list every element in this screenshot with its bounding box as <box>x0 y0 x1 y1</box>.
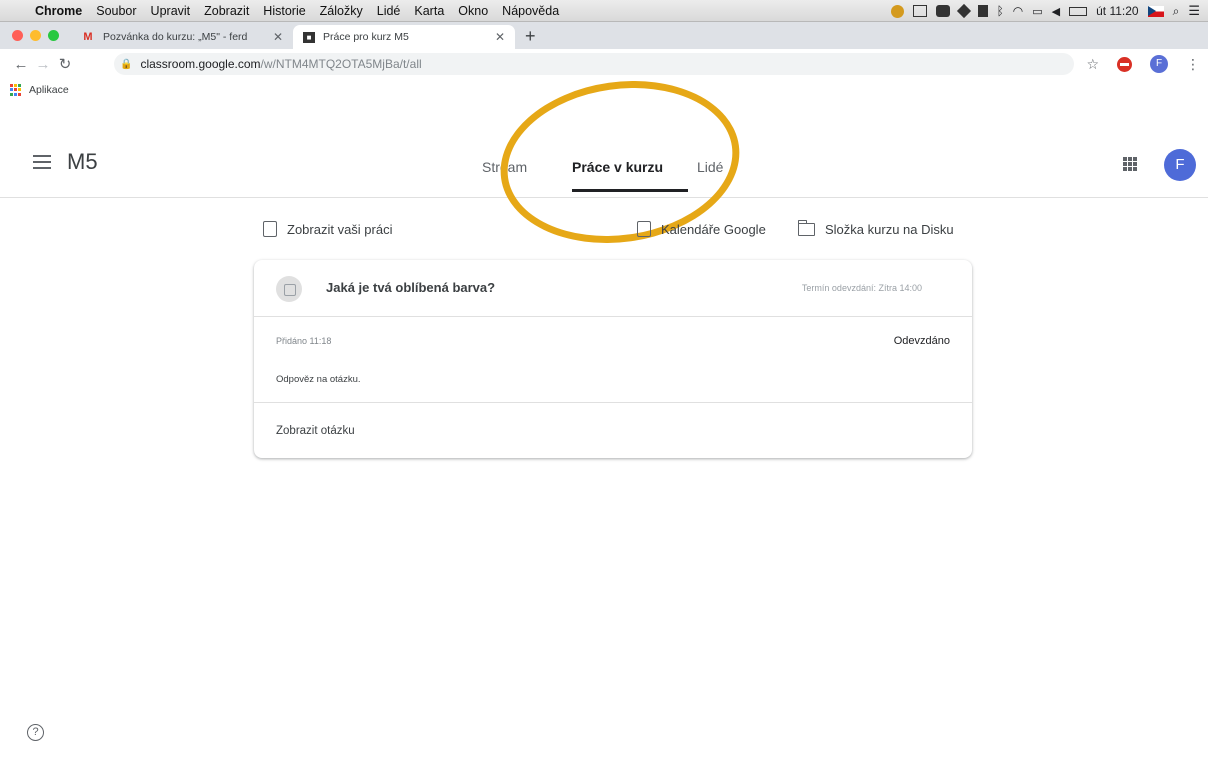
folder-icon <box>797 219 815 236</box>
calendar-tray-icon[interactable] <box>912 5 927 17</box>
url-domain: classroom.google.com <box>140 57 261 71</box>
menu-soubor[interactable]: Soubor <box>89 4 143 18</box>
close-tab-icon[interactable]: ✕ <box>495 30 505 44</box>
url-path: /w/NTM4MTQ2OTA5MjBa/t/all <box>260 57 422 71</box>
menu-chrome[interactable]: Chrome <box>28 4 89 18</box>
adblock-extension-icon[interactable] <box>1117 56 1132 72</box>
view-your-work-button[interactable]: Zobrazit vaši práci <box>263 218 392 240</box>
course-title[interactable]: M5 <box>67 149 98 175</box>
minimize-window-button[interactable] <box>30 30 41 41</box>
airplay-icon[interactable]: ▭ <box>1032 5 1042 18</box>
menu-napoveda[interactable]: Nápověda <box>495 4 566 18</box>
zoom-window-button[interactable] <box>48 30 59 41</box>
browser-toolbar: ← → ↻ 🔒 classroom.google.com/w/NTM4MTQ2O… <box>0 49 1208 79</box>
menu-lide[interactable]: Lidé <box>370 4 408 18</box>
clock[interactable]: út 11:20 <box>1096 4 1138 18</box>
people-tray-icon[interactable] <box>935 5 950 17</box>
input-source-flag-icon[interactable] <box>1147 5 1164 17</box>
assignment-instructions: Odpověz na otázku. <box>276 374 361 385</box>
close-window-button[interactable] <box>12 30 23 41</box>
menubar-tray: ᛒ ◠ ▭ ◀ út 11:20 ⌕ ☰ <box>890 0 1200 22</box>
wifi-icon[interactable]: ◠ <box>1013 4 1023 18</box>
new-tab-button[interactable]: + <box>515 25 546 49</box>
browser-tab-title: Práce pro kurz M5 <box>323 31 409 43</box>
notification-center-icon[interactable]: ☰ <box>1188 3 1200 19</box>
bluetooth-icon[interactable]: ᛒ <box>997 4 1004 18</box>
volume-icon[interactable]: ◀ <box>1052 5 1060 18</box>
back-icon[interactable]: ← <box>10 56 32 73</box>
menu-historie[interactable]: Historie <box>256 4 312 18</box>
drive-folder-button[interactable]: Složka kurzu na Disku <box>797 218 954 240</box>
assignment-title[interactable]: Jaká je tvá oblíbená barva? <box>326 280 495 295</box>
view-your-work-label: Zobrazit vaši práci <box>287 221 393 237</box>
bookmark-star-icon[interactable]: ☆ <box>1086 56 1099 73</box>
lock-icon[interactable]: 🔒 <box>120 59 132 70</box>
window-controls <box>0 22 71 49</box>
account-avatar[interactable]: F <box>1164 149 1196 181</box>
close-tab-icon[interactable]: ✕ <box>273 30 283 44</box>
apps-bookmark-label[interactable]: Aplikace <box>29 84 69 96</box>
menu-zalozky[interactable]: Záložky <box>313 4 370 18</box>
menu-upravit[interactable]: Upravit <box>144 4 198 18</box>
status-tray-icon[interactable] <box>890 4 904 18</box>
menu-zobrazit[interactable]: Zobrazit <box>197 4 256 18</box>
forward-icon[interactable]: → <box>32 56 54 73</box>
calendar-icon <box>637 221 651 237</box>
help-icon[interactable]: ? <box>27 724 44 741</box>
status-badge: Odevzdáno <box>893 335 950 347</box>
gmail-icon: M <box>83 31 93 43</box>
drive-folder-label: Složka kurzu na Disku <box>825 221 954 237</box>
assignment-card-header[interactable]: Jaká je tvá oblíbená barva? Termín odevz… <box>254 260 972 317</box>
due-date: Termín odevzdání: Zítra 14:00 <box>801 283 922 293</box>
menu-okno[interactable]: Okno <box>451 4 495 18</box>
assignment-card: Jaká je tvá oblíbená barva? Termín odevz… <box>254 260 972 458</box>
browser-tab-title: Pozvánka do kurzu: „M5" - ferd <box>103 31 248 43</box>
posted-time: Přidáno 11:18 <box>276 336 332 346</box>
macos-menubar: Chrome Soubor Upravit Zobrazit Historie … <box>0 0 1208 22</box>
assignment-details: Přidáno 11:18 Odevzdáno Odpověz na otázk… <box>254 317 972 403</box>
battery-icon[interactable] <box>1069 6 1088 16</box>
google-apps-icon[interactable] <box>1123 157 1137 171</box>
app-tray-icon[interactable] <box>977 5 988 17</box>
dropbox-tray-icon[interactable] <box>956 3 971 19</box>
spotlight-icon[interactable]: ⌕ <box>1173 4 1180 19</box>
google-calendar-button[interactable]: Kalendáře Google <box>637 218 766 240</box>
classroom-icon: ■ <box>303 31 315 43</box>
view-question-link[interactable]: Zobrazit otázku <box>276 425 355 437</box>
apps-shortcut-icon[interactable] <box>10 84 22 96</box>
question-icon <box>276 276 302 302</box>
reload-icon[interactable]: ↻ <box>54 55 76 73</box>
browser-tab-classroom[interactable]: ■ Práce pro kurz M5 ✕ <box>293 25 515 49</box>
google-calendar-label: Kalendáře Google <box>661 221 766 237</box>
browser-menu-icon[interactable]: ⋮ <box>1186 56 1200 73</box>
main-menu-icon[interactable] <box>33 155 51 169</box>
classwork-actions: Zobrazit vaši práci Kalendáře Google Slo… <box>263 218 973 240</box>
browser-profile-avatar[interactable]: F <box>1150 55 1168 73</box>
browser-tab-gmail[interactable]: M Pozvánka do kurzu: „M5" - ferd ✕ <box>71 25 293 49</box>
toolbar-right: ☆ F ⋮ <box>1086 49 1200 79</box>
menu-karta[interactable]: Karta <box>407 4 451 18</box>
address-bar[interactable]: 🔒 classroom.google.com/w/NTM4MTQ2OTA5MjB… <box>114 53 1074 75</box>
browser-tab-strip: M Pozvánka do kurzu: „M5" - ferd ✕ ■ Prá… <box>0 22 1208 49</box>
assignment-person-icon <box>263 221 277 237</box>
